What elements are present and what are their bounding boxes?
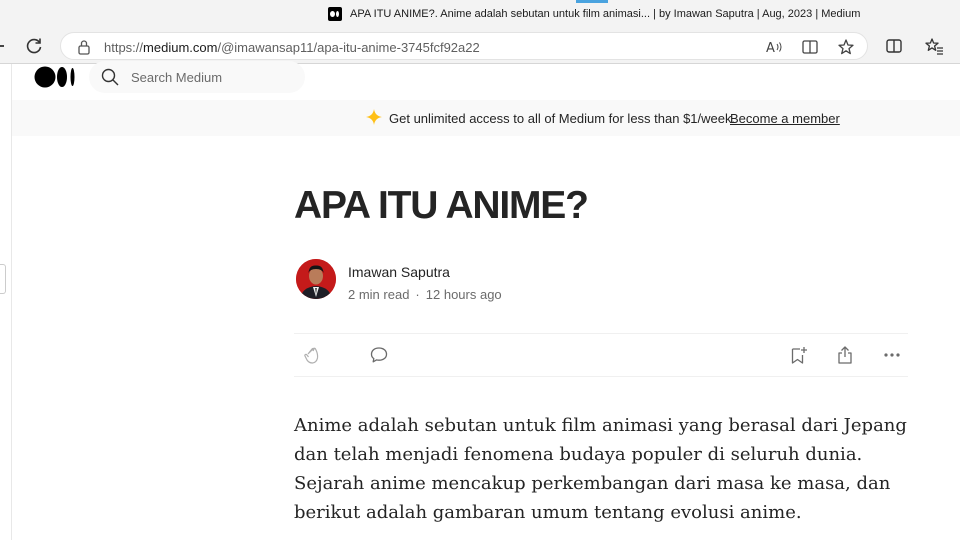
share-icon[interactable]: [835, 345, 855, 365]
article-title: APA ITU ANIME?: [294, 184, 589, 227]
membership-banner: Get unlimited access to all of Medium fo…: [12, 100, 960, 136]
medium-logo-icon[interactable]: [34, 66, 76, 88]
url-prefix: https://: [104, 40, 144, 55]
tab-accent: [576, 0, 608, 3]
browser-title-bar: APA ITU ANIME?. Anime adalah sebutan unt…: [0, 0, 960, 28]
favorites-icon[interactable]: [924, 36, 944, 56]
immersive-reader-icon[interactable]: [801, 38, 819, 56]
medium-favicon-icon: [328, 7, 342, 21]
article-paragraph: Anime adalah sebutan untuk film animasi …: [294, 415, 907, 523]
search-input[interactable]: Search Medium: [131, 70, 222, 85]
bookmark-add-icon[interactable]: [788, 345, 808, 365]
url-text[interactable]: https://medium.com/@imawansap11/apa-itu-…: [104, 40, 480, 55]
banner-text: Get unlimited access to all of Medium fo…: [389, 111, 736, 126]
medium-page: Search Medium Get unlimited access to al…: [12, 61, 960, 540]
article-meta: 2 min read · 12 hours ago: [348, 287, 502, 302]
read-aloud-icon[interactable]: A: [765, 38, 783, 56]
address-bar[interactable]: https://medium.com/@imawansap11/apa-itu-…: [60, 32, 868, 60]
author-name[interactable]: Imawan Saputra: [348, 264, 450, 280]
search-icon: [101, 68, 119, 86]
search-bar[interactable]: Search Medium: [89, 61, 305, 93]
reload-icon[interactable]: [24, 36, 44, 56]
back-icon[interactable]: [0, 45, 4, 47]
favorite-star-icon[interactable]: [837, 38, 855, 56]
published-time: 12 hours ago: [425, 287, 502, 302]
comment-icon[interactable]: [369, 345, 389, 365]
author-avatar[interactable]: [296, 259, 336, 299]
sidebar-edge: [0, 64, 12, 540]
sparkle-star-icon: [366, 109, 382, 125]
more-icon[interactable]: [882, 345, 902, 365]
article-action-bar: [294, 333, 908, 377]
meta-separator: ·: [415, 287, 420, 302]
browser-toolbar: https://medium.com/@imawansap11/apa-itu-…: [0, 28, 960, 64]
avatar-photo: [296, 259, 336, 299]
url-path: /@imawansap11/apa-itu-anime-3745fcf92a22: [217, 40, 480, 55]
url-host: medium.com: [143, 40, 218, 55]
tab-title[interactable]: APA ITU ANIME?. Anime adalah sebutan unt…: [350, 8, 860, 20]
split-screen-icon[interactable]: [884, 36, 904, 56]
clap-icon[interactable]: [302, 345, 322, 365]
svg-text:A: A: [766, 41, 775, 56]
read-time: 2 min read: [348, 287, 410, 302]
lock-icon[interactable]: [77, 39, 91, 55]
become-member-link[interactable]: Become a member: [730, 111, 840, 126]
sidebar-toggle[interactable]: [0, 264, 6, 294]
